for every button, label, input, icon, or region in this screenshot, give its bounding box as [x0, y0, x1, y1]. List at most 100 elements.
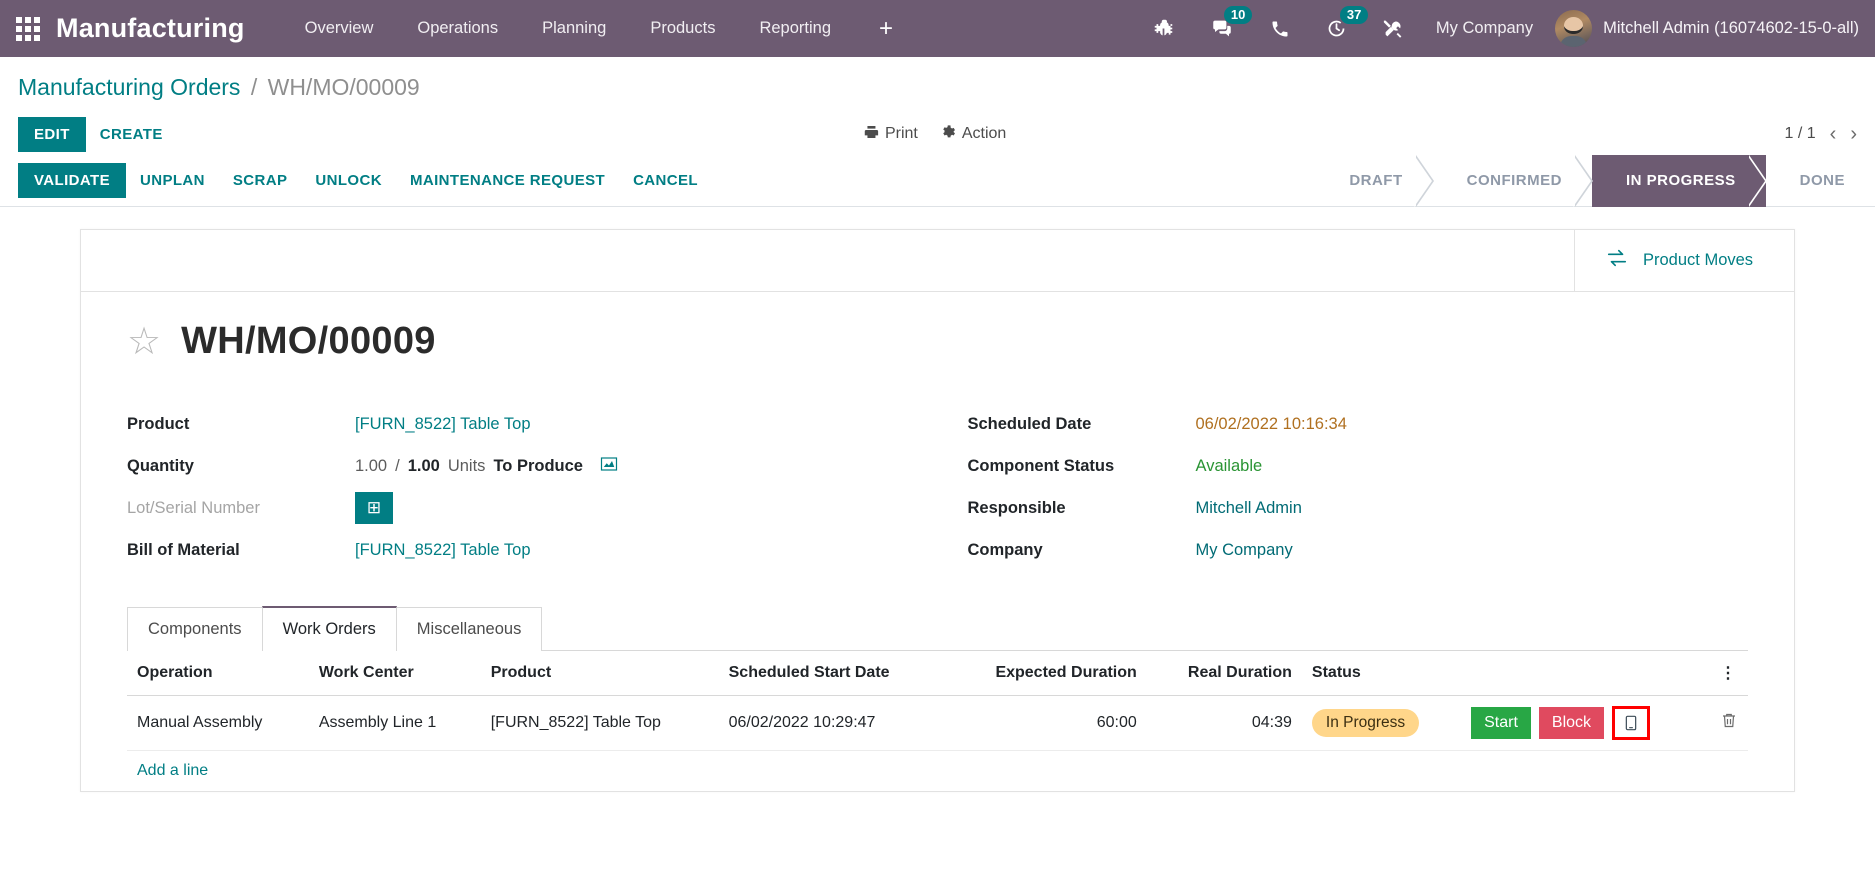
tablet-icon[interactable]	[1621, 712, 1641, 734]
unplan-button[interactable]: UNPLAN	[126, 163, 219, 198]
breadcrumb: Manufacturing Orders / WH/MO/00009	[0, 57, 1875, 113]
field-quantity: Quantity 1.00 / 1.00 Units To Produce	[127, 445, 908, 487]
status-stage-done[interactable]: DONE	[1766, 155, 1875, 207]
apps-grid-icon[interactable]	[0, 16, 56, 41]
field-component-status: Component Status Available	[968, 445, 1749, 487]
vertical-dots-icon[interactable]: ⋮	[1710, 651, 1748, 696]
tablet-view-highlight	[1612, 706, 1651, 740]
action-menu[interactable]: Action	[940, 124, 1006, 145]
chevron-left-icon[interactable]: ‹	[1830, 124, 1837, 144]
breadcrumb-current: WH/MO/00009	[267, 74, 420, 100]
action-label: Action	[961, 125, 1007, 142]
start-button[interactable]: Start	[1471, 707, 1531, 739]
table-row[interactable]: Manual Assembly Assembly Line 1 [FURN_85…	[127, 695, 1748, 751]
cell-operation: Manual Assembly	[127, 695, 309, 751]
menu-planning[interactable]: Planning	[520, 1, 628, 56]
cell-product: [FURN_8522] Table Top	[480, 695, 719, 751]
field-company-value[interactable]: My Company	[1196, 541, 1293, 560]
field-responsible-value[interactable]: Mitchell Admin	[1196, 499, 1302, 518]
edit-button[interactable]: EDIT	[18, 116, 86, 152]
work-orders-table-head: Operation Work Center Product Scheduled …	[127, 651, 1748, 696]
cell-delete	[1710, 695, 1748, 751]
field-quantity-produced[interactable]: 1.00	[355, 457, 387, 476]
app-brand-title: Manufacturing	[56, 13, 245, 43]
field-scheduled-date-value[interactable]: 06/02/2022 10:16:34	[1196, 415, 1347, 434]
validate-button[interactable]: VALIDATE	[18, 163, 126, 198]
breadcrumb-root-link[interactable]: Manufacturing Orders	[18, 74, 240, 100]
trash-icon[interactable]	[1720, 711, 1738, 734]
field-product-label: Product	[127, 414, 190, 433]
field-product-value[interactable]: [FURN_8522] Table Top	[355, 415, 531, 434]
create-button[interactable]: CREATE	[86, 117, 177, 152]
breadcrumb-separator: /	[250, 74, 258, 100]
field-quantity-suffix: To Produce	[493, 456, 583, 475]
maintenance-request-button[interactable]: MAINTENANCE REQUEST	[396, 163, 619, 198]
cancel-button[interactable]: CANCEL	[619, 163, 712, 198]
chevron-right-icon[interactable]: ›	[1850, 124, 1857, 144]
form-left-column: Product [FURN_8522] Table Top Quantity 1…	[127, 403, 908, 571]
control-panel-top: EDIT CREATE Print Action 1 / 1 ‹ ›	[0, 113, 1875, 155]
company-switcher[interactable]: My Company	[1422, 19, 1555, 38]
tab-miscellaneous[interactable]: Miscellaneous	[395, 607, 543, 651]
star-outline-icon[interactable]: ☆	[127, 323, 161, 361]
field-quantity-unit: Units	[447, 456, 486, 475]
field-bill-of-material-value[interactable]: [FURN_8522] Table Top	[355, 541, 531, 560]
notebook: Components Work Orders Miscellaneous Ope…	[127, 605, 1748, 791]
record-title-row: ☆ WH/MO/00009	[127, 320, 1748, 363]
field-company-label: Company	[967, 540, 1043, 559]
messages-icon[interactable]: 10	[1192, 0, 1253, 57]
cell-work-center: Assembly Line 1	[308, 695, 481, 751]
status-stage-draft[interactable]: DRAFT	[1315, 154, 1434, 207]
tab-components[interactable]: Components	[127, 607, 263, 651]
user-menu[interactable]: Mitchell Admin (16074602-15-0-all)	[1555, 10, 1865, 47]
field-quantity-label: Quantity	[127, 456, 194, 475]
record-action-buttons: VALIDATE UNPLAN SCRAP UNLOCK MAINTENANCE…	[18, 163, 712, 198]
form-body: ☆ WH/MO/00009 Product [FURN_8522] Table …	[81, 292, 1794, 791]
field-responsible: Responsible Mitchell Admin	[968, 487, 1749, 529]
col-real-duration: Real Duration	[1146, 651, 1302, 696]
add-menu-plus-icon[interactable]: +	[853, 16, 919, 41]
menu-products[interactable]: Products	[628, 1, 737, 56]
field-company: Company My Company	[968, 529, 1749, 571]
bug-icon[interactable]	[1135, 0, 1192, 57]
page-title: WH/MO/00009	[181, 320, 436, 362]
field-component-status-value: Available	[1195, 456, 1263, 475]
menu-operations[interactable]: Operations	[395, 1, 520, 56]
form-fields: Product [FURN_8522] Table Top Quantity 1…	[127, 403, 1748, 571]
work-orders-table: Operation Work Center Product Scheduled …	[127, 651, 1748, 751]
notebook-tabs: Components Work Orders Miscellaneous	[127, 605, 1748, 652]
table-header-row: Operation Work Center Product Scheduled …	[127, 651, 1748, 696]
avatar	[1555, 10, 1593, 47]
menu-overview[interactable]: Overview	[283, 1, 396, 56]
printer-icon	[863, 124, 879, 145]
print-menu[interactable]: Print	[863, 124, 918, 145]
cell-actions: Start Block	[1461, 695, 1710, 751]
status-stage-in-progress[interactable]: IN PROGRESS	[1591, 154, 1767, 207]
field-quantity-separator: /	[395, 456, 400, 475]
tools-icon[interactable]	[1365, 0, 1422, 57]
product-moves-stat-button[interactable]: Product Moves	[1574, 230, 1794, 291]
cell-scheduled-start-date: 06/02/2022 10:29:47	[718, 695, 945, 751]
col-product: Product	[480, 651, 719, 696]
navbar-systray: 10 37 My Company Mitchell Admin (1607460…	[1135, 0, 1875, 57]
add-line-button[interactable]: Add a line	[127, 751, 218, 791]
form-sheet: Product Moves ☆ WH/MO/00009 Product [FUR…	[80, 229, 1795, 792]
activity-clock-icon[interactable]: 37	[1308, 0, 1369, 57]
top-navbar: Manufacturing Overview Operations Planni…	[0, 0, 1875, 57]
col-actions	[1461, 651, 1710, 696]
control-panel-bottom: VALIDATE UNPLAN SCRAP UNLOCK MAINTENANCE…	[0, 154, 1875, 207]
tab-work-orders[interactable]: Work Orders	[261, 606, 397, 652]
status-badge: In Progress	[1311, 709, 1420, 737]
add-box-icon[interactable]: ⊞	[355, 492, 393, 524]
cell-real-duration: 04:39	[1146, 695, 1302, 751]
bar-chart-icon[interactable]	[599, 455, 619, 477]
phone-icon[interactable]	[1252, 0, 1308, 57]
pager: 1 / 1 ‹ ›	[1785, 124, 1857, 144]
scrap-button[interactable]: SCRAP	[219, 163, 302, 198]
status-stage-confirmed[interactable]: CONFIRMED	[1433, 154, 1594, 207]
block-button[interactable]: Block	[1538, 707, 1605, 739]
unlock-button[interactable]: UNLOCK	[301, 163, 396, 198]
field-quantity-total: 1.00	[407, 456, 440, 475]
menu-reporting[interactable]: Reporting	[737, 1, 853, 56]
user-name-label: Mitchell Admin (16074602-15-0-all)	[1603, 19, 1859, 37]
